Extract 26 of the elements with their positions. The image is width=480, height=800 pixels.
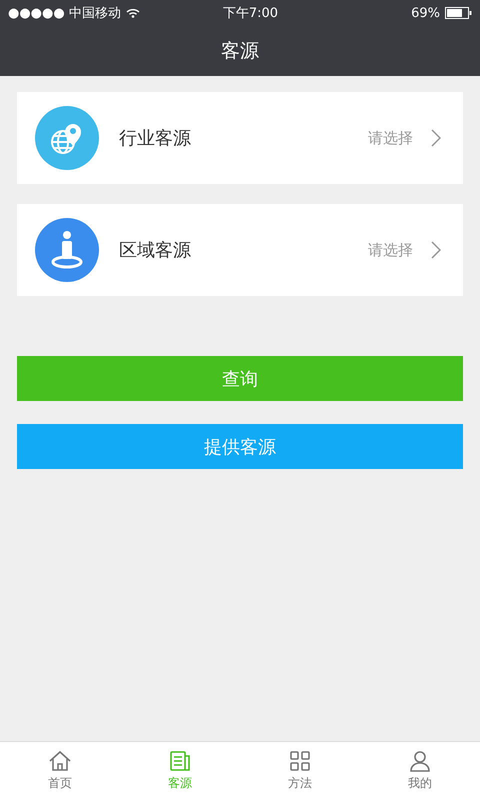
person-location-icon bbox=[35, 218, 99, 282]
chevron-icon bbox=[431, 241, 441, 259]
carrier-text: ●●●●● 中国移动 bbox=[8, 5, 121, 22]
provide-button[interactable]: 提供客源 bbox=[17, 424, 463, 469]
globe-pin-icon bbox=[35, 106, 99, 170]
option-row[interactable]: 区域客源 请选择 bbox=[17, 204, 463, 296]
battery-icon bbox=[445, 7, 472, 19]
home-icon bbox=[48, 750, 72, 772]
tab-item[interactable]: 首页 bbox=[0, 742, 120, 800]
option-value: 请选择 bbox=[368, 128, 413, 148]
page-title: 客源 bbox=[221, 39, 259, 64]
tab-item[interactable]: 我的 bbox=[360, 742, 480, 800]
document-icon bbox=[168, 750, 192, 772]
user-icon bbox=[408, 750, 432, 772]
battery-percent: 69% bbox=[411, 6, 440, 20]
option-label: 行业客源 bbox=[119, 127, 192, 150]
status-time: 下午7:00 bbox=[222, 5, 280, 22]
grid-icon bbox=[288, 750, 312, 772]
chevron-icon bbox=[431, 129, 441, 147]
tab-item[interactable]: 方法 bbox=[240, 742, 360, 800]
query-button[interactable]: 查询 bbox=[17, 356, 463, 401]
option-value: 请选择 bbox=[368, 240, 413, 260]
option-label: 区域客源 bbox=[119, 239, 192, 262]
wifi-icon bbox=[126, 8, 140, 18]
option-row[interactable]: 行业客源 请选择 bbox=[17, 92, 463, 184]
tab-item[interactable]: 客源 bbox=[120, 742, 240, 800]
